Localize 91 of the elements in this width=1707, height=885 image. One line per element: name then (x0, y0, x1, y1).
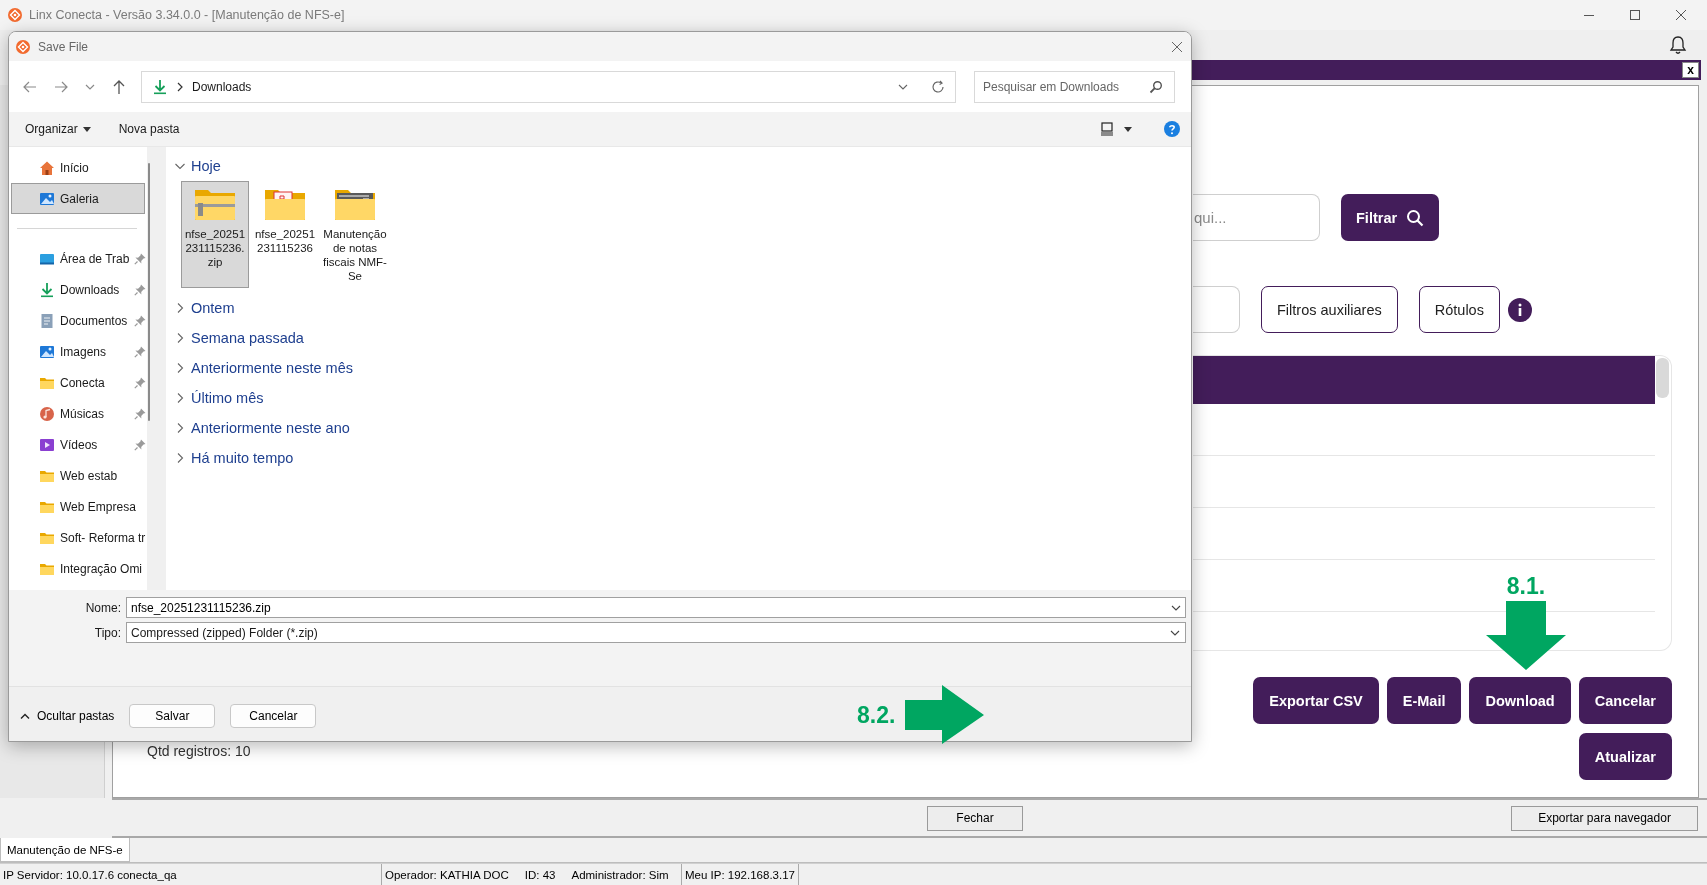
sidebar-item[interactable]: Início (9, 152, 147, 183)
status-text: Administrador: Sim (571, 869, 669, 881)
info-icon[interactable] (1507, 297, 1532, 322)
scrollbar (1656, 358, 1669, 398)
menu-button[interactable]: Organizar (25, 122, 91, 136)
help-icon[interactable] (1164, 121, 1180, 137)
action-button[interactable]: Cancelar (1578, 677, 1672, 724)
sidebar-item[interactable]: Soft- Reforma tr (9, 522, 147, 553)
action-button[interactable]: E-Mail (1386, 677, 1462, 724)
search-icon (1149, 79, 1163, 94)
chevron-up-icon (20, 711, 30, 720)
refresh-icon[interactable] (931, 79, 945, 94)
text-field[interactable] (1193, 286, 1240, 333)
caret-icon (82, 126, 91, 132)
folder-document-icon (333, 187, 377, 223)
action-button[interactable]: Download (1469, 677, 1571, 724)
field-label: Tipo: (93, 625, 122, 640)
step-label: 8.1. (1506, 574, 1546, 598)
address-bar[interactable]: Downloads (141, 70, 956, 103)
filter-button[interactable]: Filtrar (1341, 194, 1440, 241)
close-icon[interactable] (1675, 9, 1687, 21)
group-header[interactable]: Anteriormente neste mês (174, 354, 353, 381)
group-header[interactable]: Há muito tempo (174, 444, 294, 471)
window-title: Linx Conecta - Versão 3.34.0.0 - [Manutenção de NFS-e] (29, 8, 345, 22)
dialog-button[interactable]: Salvar (129, 703, 216, 728)
status-text: Meu IP: 192.168.3.17 (685, 869, 795, 881)
hide-folders-button[interactable]: Ocultar pastas (20, 708, 115, 723)
sidebar-item[interactable]: Músicas (9, 398, 147, 429)
document-icon (39, 312, 55, 329)
view-icon[interactable] (1100, 122, 1114, 136)
maximize-icon[interactable] (1629, 9, 1641, 21)
house-icon (39, 159, 55, 176)
file-name-field[interactable]: nfse_20251231115236.zip (126, 597, 1186, 618)
sidebar-item[interactable]: Downloads (9, 274, 147, 305)
file-type-dropdown[interactable]: Compressed (zipped) Folder (*.zip) (126, 622, 1186, 643)
arrow-down-icon (1485, 601, 1567, 671)
option-button[interactable]: Rótulos (1418, 286, 1500, 333)
action-button[interactable]: Atualizar (1578, 733, 1672, 780)
group-header[interactable]: Anteriormente neste ano (174, 414, 350, 441)
action-button[interactable]: Exportar CSV (1253, 677, 1379, 724)
dialog-title: Save File (38, 39, 89, 54)
sidebar-item[interactable]: Web estab (9, 460, 147, 491)
gallery-icon (39, 190, 55, 207)
search-icon (1406, 208, 1425, 227)
group-header[interactable]: Semana passada (174, 324, 304, 351)
folder-document-icon (263, 187, 307, 223)
footer-button[interactable]: Fechar (927, 805, 1023, 831)
field-label: Nome: (84, 600, 122, 615)
status-text: ID: 43 (524, 869, 556, 881)
group-header[interactable]: Último mês (174, 384, 264, 411)
step-label: 8.2. (857, 703, 896, 727)
footer-button[interactable]: Exportar para navegador (1511, 805, 1698, 831)
download-icon (152, 78, 168, 95)
search-field[interactable]: Pesquisar em Downloads (974, 70, 1175, 103)
video-icon (39, 436, 55, 453)
close-button[interactable]: x (1682, 62, 1699, 78)
bell-icon[interactable] (1669, 35, 1687, 55)
file-item[interactable]: nfse_20251231115236 (251, 181, 319, 288)
option-button[interactable]: Filtros auxiliares (1261, 286, 1398, 333)
sidebar-item[interactable]: Web Empresa (9, 491, 147, 522)
file-item[interactable]: nfse_20251231115236.zip (181, 181, 249, 288)
music-icon (39, 405, 55, 422)
group-header[interactable]: Hoje (174, 152, 221, 179)
search-field[interactable]: qui... (1193, 194, 1320, 241)
app-logo-icon (16, 39, 30, 54)
chevron-right-icon (176, 81, 184, 92)
arrow-right-icon (905, 685, 986, 745)
sidebar-item[interactable]: Galeria (11, 183, 145, 214)
zip-folder-icon (193, 187, 237, 223)
sidebar-item[interactable]: Integração Omi (9, 553, 147, 584)
download-icon (39, 281, 55, 298)
sidebar-item[interactable]: Conecta (9, 367, 147, 398)
dialog-button[interactable]: Cancelar (230, 703, 317, 728)
close-icon[interactable] (1171, 40, 1183, 53)
image-icon (39, 343, 55, 360)
tab[interactable]: Manutenção de NFS-e (0, 838, 130, 862)
sidebar-item[interactable]: Imagens (9, 336, 147, 367)
sidebar-item[interactable]: Documentos (9, 305, 147, 336)
record-count: Qtd registros: 10 (147, 743, 251, 759)
toolbar-button[interactable]: Nova pasta (118, 122, 180, 136)
folder-name: Downloads (192, 79, 252, 94)
app-logo-icon (8, 8, 22, 22)
chevron-down-icon[interactable] (1170, 603, 1182, 613)
file-item[interactable]: Manutenção de notas fiscais NMF-Se (321, 181, 389, 288)
sidebar-item[interactable]: Área de Trab (9, 243, 147, 274)
up-arrow-icon[interactable] (111, 78, 127, 95)
status-text: Operador: KATHIA DOC (385, 869, 509, 881)
status-text: IP Servidor: 10.0.17.6 conecta_qa (3, 869, 177, 881)
caret-icon[interactable] (1124, 126, 1132, 132)
sidebar-item[interactable]: Vídeos (9, 429, 147, 460)
group-header[interactable]: Ontem (174, 294, 235, 321)
